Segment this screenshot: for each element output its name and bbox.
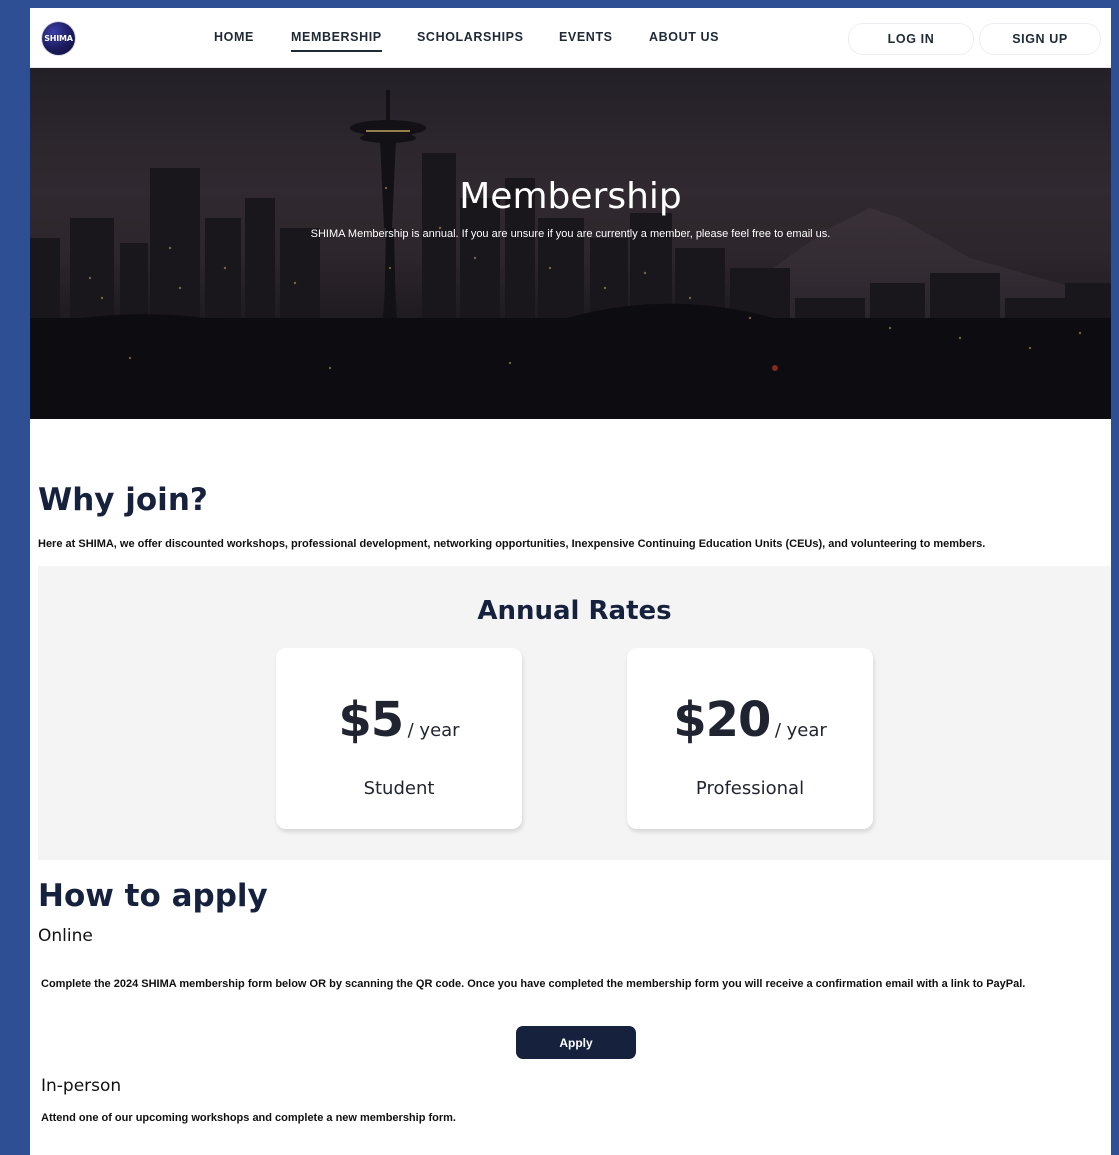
online-instructions: Complete the 2024 SHIMA membership form … [41, 976, 1091, 993]
nav-link-home[interactable]: HOME [214, 30, 254, 44]
online-text-part: Complete the 2024 SHIMA membership form … [41, 978, 310, 990]
rate-period: / year [774, 720, 827, 741]
hero-banner: Membership SHIMA Membership is annual. I… [30, 68, 1111, 419]
rate-label: Professional [695, 778, 805, 799]
annual-rates-section: Annual Rates $5 / year Student $20 / yea… [38, 566, 1111, 860]
rate-amount: $20 [673, 692, 771, 748]
hero-subtitle: SHIMA Membership is annual. If you are u… [310, 228, 831, 240]
in-person-instructions: Attend one of our upcoming workshops and… [41, 1112, 456, 1124]
in-person-subheading: In-person [41, 1076, 122, 1096]
rate-price: $20 / year [627, 692, 873, 748]
online-subheading: Online [38, 926, 93, 946]
rate-price: $5 / year [276, 692, 522, 748]
log-in-button[interactable]: LOG IN [848, 23, 974, 55]
city-skyline-image [30, 68, 1111, 419]
shima-logo[interactable]: SHIMA [42, 22, 75, 55]
rate-card-professional: $20 / year Professional [627, 648, 873, 829]
rate-amount: $5 [338, 692, 404, 748]
apply-button[interactable]: Apply [516, 1026, 636, 1059]
why-join-text: Here at SHIMA, we offer discounted works… [38, 538, 986, 550]
how-to-apply-heading: How to apply [38, 878, 268, 914]
online-text-part: by scanning the QR code. Once you have c… [326, 978, 1026, 990]
page: SHIMA HOME MEMBERSHIP SCHOLARSHIPS EVENT… [30, 8, 1111, 1155]
top-nav: SHIMA HOME MEMBERSHIP SCHOLARSHIPS EVENT… [30, 8, 1111, 68]
nav-link-membership[interactable]: MEMBERSHIP [291, 30, 382, 52]
sign-up-button[interactable]: SIGN UP [979, 23, 1101, 55]
rate-period: / year [407, 720, 460, 741]
why-join-heading: Why join? [38, 482, 208, 518]
annual-rates-heading: Annual Rates [477, 596, 672, 626]
online-text-or: OR [309, 978, 327, 990]
logo-text: SHIMA [44, 34, 73, 43]
rate-card-student: $5 / year Student [276, 648, 522, 829]
rate-label: Student [363, 778, 435, 799]
nav-link-about-us[interactable]: ABOUT US [649, 30, 719, 44]
nav-link-scholarships[interactable]: SCHOLARSHIPS [417, 30, 524, 44]
nav-link-events[interactable]: EVENTS [559, 30, 613, 44]
hero-title: Membership [459, 176, 682, 217]
